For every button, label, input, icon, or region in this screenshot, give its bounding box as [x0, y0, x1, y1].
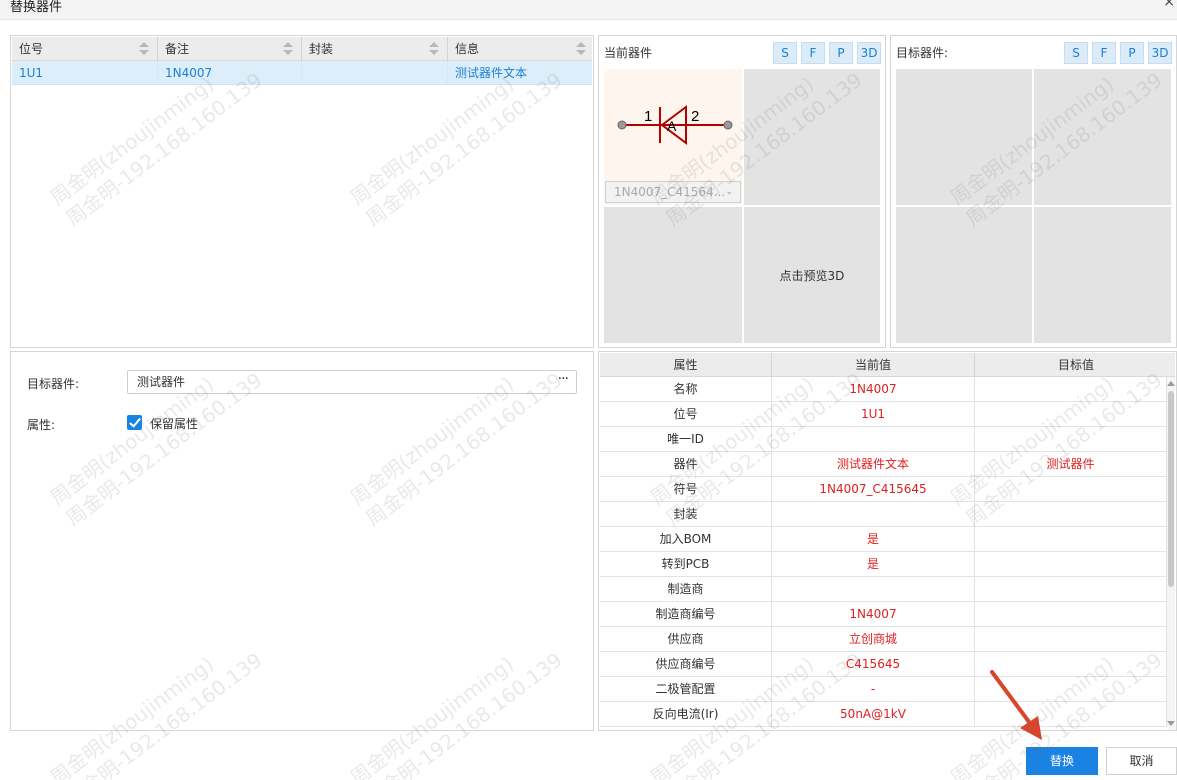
table-row[interactable]: 加入BOM 是	[600, 527, 1167, 552]
pcb-view-button[interactable]: P	[829, 42, 853, 64]
dialog-title: 替换器件	[10, 0, 63, 15]
target-component-label: 目标器件:	[27, 377, 80, 391]
column-header-attribute[interactable]: 属性	[600, 353, 772, 377]
table-row[interactable]: 符号 1N4007_C415645	[600, 477, 1167, 502]
pin1-label: 1	[644, 108, 652, 125]
column-header-note[interactable]: 备注	[158, 37, 302, 61]
keep-attributes-label[interactable]: 保留属性	[150, 415, 198, 432]
scroll-down-icon[interactable]	[1167, 721, 1175, 726]
component-table: 位号 备注 封装 信息 1U1 1N4007 测试器件文本	[10, 35, 594, 348]
attribute-table: 属性 当前值 目标值 名称 1N4007 位号 1U1 唯一ID 器件 测试器件文本测…	[598, 351, 1177, 731]
column-header-info[interactable]: 信息	[448, 37, 594, 61]
attribute-table-body: 名称 1N4007 位号 1U1 唯一ID 器件 测试器件文本 测试器件 符号 1N400…	[600, 377, 1167, 727]
table-row[interactable]: 反向电流(Ir) 50nA@1kV	[600, 702, 1167, 727]
table-row[interactable]: 转到PCB 是	[600, 552, 1167, 577]
component-table-header: 位号 备注 封装 信息	[12, 37, 592, 61]
annotation-arrow-icon	[990, 670, 1042, 740]
pcb-preview[interactable]	[896, 207, 1032, 343]
symbol-center-label: A	[667, 118, 677, 134]
preview-3d-label[interactable]: 点击预览3D	[744, 207, 880, 343]
chevron-down-icon: ⌄	[725, 187, 733, 197]
keep-attributes-checkbox[interactable]	[127, 415, 142, 430]
target-component-preview: 目标器件: S F P 3D	[890, 35, 1177, 348]
3d-view-button[interactable]: 3D	[857, 42, 881, 64]
symbol-preview[interactable]	[896, 69, 1032, 205]
cell-note: 1N4007	[158, 61, 302, 85]
attribute-label: 属性:	[27, 418, 56, 432]
table-row[interactable]: 器件 测试器件文本 测试器件	[600, 452, 1167, 477]
column-header-current-value[interactable]: 当前值	[772, 353, 975, 377]
table-row[interactable]: 供应商 立创商城	[600, 627, 1167, 652]
pcb-preview[interactable]	[604, 207, 742, 343]
3d-preview[interactable]	[1034, 207, 1171, 343]
cell-designator: 1U1	[12, 61, 158, 85]
footprint-preview[interactable]	[1034, 69, 1171, 205]
table-row[interactable]: 封装	[600, 502, 1167, 527]
cell-footprint	[302, 61, 448, 85]
cancel-button[interactable]: 取消	[1106, 747, 1177, 775]
replace-button[interactable]: 替换	[1026, 747, 1098, 775]
target-component-input[interactable]: 测试器件 ···	[127, 370, 577, 394]
attribute-table-header: 属性 当前值 目标值	[600, 353, 1175, 377]
symbol-select[interactable]: 1N4007_C41564... ⌄	[605, 181, 741, 203]
pin2-label: 2	[691, 108, 699, 125]
pcb-view-button[interactable]: P	[1120, 42, 1144, 64]
table-row[interactable]: 位号 1U1	[600, 402, 1167, 427]
symbol-preview[interactable]: 1 2 A 1N4007_C41564... ⌄	[604, 69, 742, 205]
vertical-scrollbar[interactable]	[1167, 377, 1175, 730]
current-component-preview: 当前器件 S F P 3D 1 2 A 1N4007_C41564... ⌄ 点…	[598, 35, 886, 348]
3d-preview[interactable]: 点击预览3D	[744, 207, 880, 343]
sort-icon[interactable]	[576, 42, 586, 56]
view-toggle-group: S F P 3D	[1064, 42, 1172, 64]
view-toggle-group: S F P 3D	[773, 42, 881, 64]
diode-symbol-icon: 1 2 A	[617, 105, 733, 145]
symbol-view-button[interactable]: S	[1064, 42, 1088, 64]
table-row-selected[interactable]: 1U1 1N4007 测试器件文本	[12, 61, 592, 85]
scrollbar-thumb[interactable]	[1168, 391, 1174, 587]
footprint-view-button[interactable]: F	[801, 42, 825, 64]
table-row[interactable]: 唯一ID	[600, 427, 1167, 452]
replace-options-form: 目标器件: 测试器件 ··· 属性: 保留属性	[10, 351, 594, 731]
table-row[interactable]: 名称 1N4007	[600, 377, 1167, 402]
scroll-up-icon[interactable]	[1167, 381, 1175, 386]
close-icon[interactable]: ×	[1163, 0, 1175, 10]
dialog-titlebar: 替换器件 ×	[0, 0, 1177, 20]
symbol-view-button[interactable]: S	[773, 42, 797, 64]
table-row[interactable]: 制造商	[600, 577, 1167, 602]
3d-view-button[interactable]: 3D	[1148, 42, 1172, 64]
sort-icon[interactable]	[429, 42, 439, 56]
table-row[interactable]: 制造商编号 1N4007	[600, 602, 1167, 627]
cell-info: 测试器件文本	[455, 66, 528, 80]
current-component-title: 当前器件	[604, 46, 653, 60]
footprint-view-button[interactable]: F	[1092, 42, 1116, 64]
footprint-preview[interactable]	[744, 69, 880, 205]
target-component-title: 目标器件:	[896, 46, 949, 60]
table-row[interactable]: 供应商编号 C415645	[600, 652, 1167, 677]
table-row[interactable]: 二极管配置 -	[600, 677, 1167, 702]
column-header-footprint[interactable]: 封装	[302, 37, 448, 61]
column-header-designator[interactable]: 位号	[12, 37, 158, 61]
sort-icon[interactable]	[283, 42, 293, 56]
column-header-target-value[interactable]: 目标值	[975, 353, 1176, 377]
more-icon[interactable]: ···	[558, 368, 569, 390]
sort-icon[interactable]	[139, 42, 149, 56]
